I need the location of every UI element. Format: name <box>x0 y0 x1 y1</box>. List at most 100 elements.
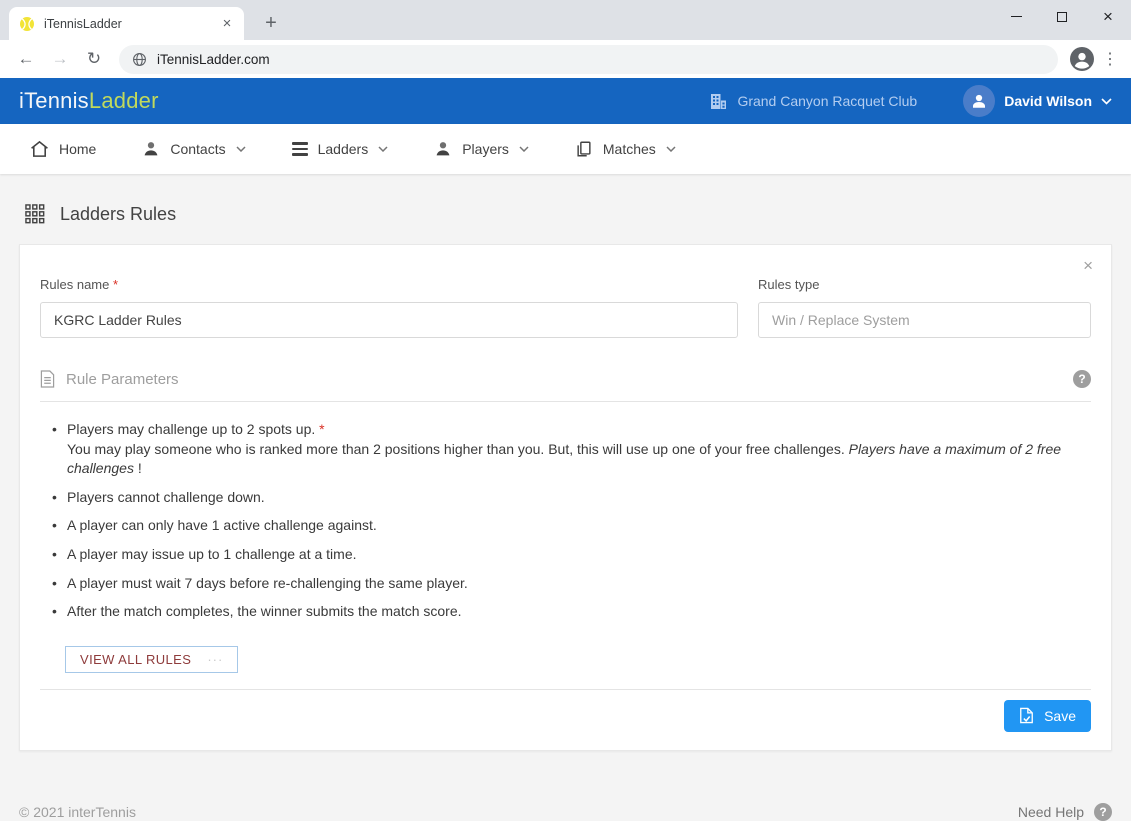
back-button[interactable]: ← <box>12 45 40 73</box>
logo-text-primary: iTennis <box>19 88 89 113</box>
rule-text: A player may issue up to 1 challenge at … <box>67 546 357 562</box>
club-name: Grand Canyon Racquet Club <box>737 93 917 109</box>
address-bar[interactable]: iTennisLadder.com <box>119 45 1058 74</box>
new-tab-button[interactable]: + <box>258 11 284 37</box>
chevron-down-icon <box>666 146 676 152</box>
rules-form-row: Rules name * Rules type <box>40 277 1091 338</box>
profile-avatar-icon <box>1070 47 1094 71</box>
help-icon: ? <box>1094 803 1112 821</box>
rule-item: A player must wait 7 days before re-chal… <box>52 574 1091 594</box>
nav-item-matches[interactable]: Matches <box>575 140 676 158</box>
user-menu[interactable]: David Wilson <box>963 85 1112 117</box>
browser-profile-button[interactable] <box>1070 47 1094 71</box>
save-icon <box>1019 707 1034 724</box>
window-maximize-button[interactable] <box>1039 0 1085 33</box>
page-title-row: Ladders Rules <box>25 197 1112 231</box>
rules-name-field: Rules name * <box>40 277 738 338</box>
page-footer: © 2021 interTennis Need Help ? <box>19 803 1112 821</box>
close-icon: × <box>1103 8 1113 25</box>
rule-subtext: You may play someone who is ranked more … <box>67 441 845 457</box>
header-right: Grand Canyon Racquet Club David Wilson <box>709 85 1112 117</box>
tab-close-icon[interactable]: × <box>218 15 236 33</box>
rule-parameters-header: Rule Parameters ? <box>40 370 1091 402</box>
rule-item: Players cannot challenge down. <box>52 488 1091 508</box>
help-icon[interactable]: ? <box>1073 370 1091 388</box>
maximize-icon <box>1057 12 1067 22</box>
rule-item: A player may issue up to 1 challenge at … <box>52 545 1091 565</box>
rules-type-field: Rules type <box>758 277 1091 338</box>
browser-toolbar: ← → ↻ iTennisLadder.com ⋮ <box>0 40 1131 78</box>
rules-name-input[interactable] <box>40 302 738 338</box>
rule-item: A player can only have 1 active challeng… <box>52 516 1091 536</box>
window-minimize-button[interactable] <box>993 0 1039 33</box>
section-title: Rule Parameters <box>66 371 179 388</box>
required-marker: * <box>113 277 118 292</box>
label-text: Rules name <box>40 277 109 292</box>
user-name: David Wilson <box>1004 93 1092 109</box>
ellipsis-icon: ··· <box>207 652 223 667</box>
card-divider <box>40 689 1091 690</box>
url-text: iTennisLadder.com <box>157 52 270 67</box>
nav-item-home[interactable]: Home <box>30 140 96 158</box>
required-marker: * <box>319 421 324 437</box>
view-all-rules-label: VIEW ALL RULES <box>80 652 191 667</box>
ladder-menu-icon <box>292 142 308 156</box>
home-icon <box>30 140 49 158</box>
need-help-label: Need Help <box>1018 804 1084 820</box>
tennis-ball-icon <box>19 16 35 32</box>
browser-menu-button[interactable]: ⋮ <box>1098 49 1122 69</box>
nav-label: Home <box>59 141 96 157</box>
view-all-rules-button[interactable]: VIEW ALL RULES ··· <box>65 646 238 673</box>
rule-text: A player can only have 1 active challeng… <box>67 517 377 533</box>
nav-item-players[interactable]: Players <box>434 140 529 158</box>
nav-item-ladders[interactable]: Ladders <box>292 141 389 157</box>
app-header: iTennisLadder Grand Canyon Ra <box>0 78 1131 124</box>
save-label: Save <box>1044 708 1076 724</box>
save-button[interactable]: Save <box>1004 700 1091 732</box>
window-controls: × <box>993 0 1131 33</box>
nav-label: Matches <box>603 141 656 157</box>
main-nav: Home Contacts Ladders Players <box>0 124 1131 174</box>
logo-text-secondary: Ladder <box>89 88 159 113</box>
rule-text: A player must wait 7 days before re-chal… <box>67 575 468 591</box>
app-logo[interactable]: iTennisLadder <box>19 88 159 114</box>
rule-text: Players cannot challenge down. <box>67 489 265 505</box>
page-title: Ladders Rules <box>60 204 176 225</box>
rules-type-label: Rules type <box>758 277 1091 292</box>
reload-button[interactable]: ↻ <box>80 45 108 73</box>
building-icon <box>709 92 728 111</box>
window-close-button[interactable]: × <box>1085 0 1131 33</box>
nav-label: Ladders <box>318 141 369 157</box>
card-actions: Save <box>40 700 1091 732</box>
browser-tab[interactable]: iTennisLadder × <box>9 7 244 40</box>
rules-card: × Rules name * Rules type <box>19 244 1112 751</box>
page-content: Ladders Rules × Rules name * Rules type <box>0 197 1131 821</box>
nav-label: Contacts <box>170 141 225 157</box>
label-text: Rules type <box>758 277 819 292</box>
person-icon <box>434 140 452 158</box>
rule-text: After the match completes, the winner su… <box>67 603 462 619</box>
rules-list: Players may challenge up to 2 spots up. … <box>52 420 1091 622</box>
globe-icon <box>132 52 147 67</box>
rule-text: Players may challenge up to 2 spots up. <box>67 421 315 437</box>
chevron-down-icon <box>519 146 529 152</box>
card-close-icon[interactable]: × <box>1083 257 1093 274</box>
club-selector[interactable]: Grand Canyon Racquet Club <box>709 92 917 111</box>
minimize-icon <box>1011 16 1022 17</box>
tab-title: iTennisLadder <box>44 17 218 31</box>
rule-subtext-end: ! <box>138 460 142 476</box>
browser-tab-strip: iTennisLadder × + × <box>0 0 1131 40</box>
copyright-text: © 2021 interTennis <box>19 804 136 820</box>
pages-icon <box>575 140 593 158</box>
rules-name-label: Rules name * <box>40 277 738 292</box>
nav-label: Players <box>462 141 509 157</box>
person-icon <box>142 140 160 158</box>
nav-item-contacts[interactable]: Contacts <box>142 140 245 158</box>
rule-item: Players may challenge up to 2 spots up. … <box>52 420 1091 479</box>
need-help-link[interactable]: Need Help ? <box>1018 803 1112 821</box>
document-icon <box>40 370 55 388</box>
forward-button[interactable]: → <box>46 45 74 73</box>
chevron-down-icon <box>236 146 246 152</box>
user-avatar <box>963 85 995 117</box>
rules-type-input[interactable] <box>758 302 1091 338</box>
